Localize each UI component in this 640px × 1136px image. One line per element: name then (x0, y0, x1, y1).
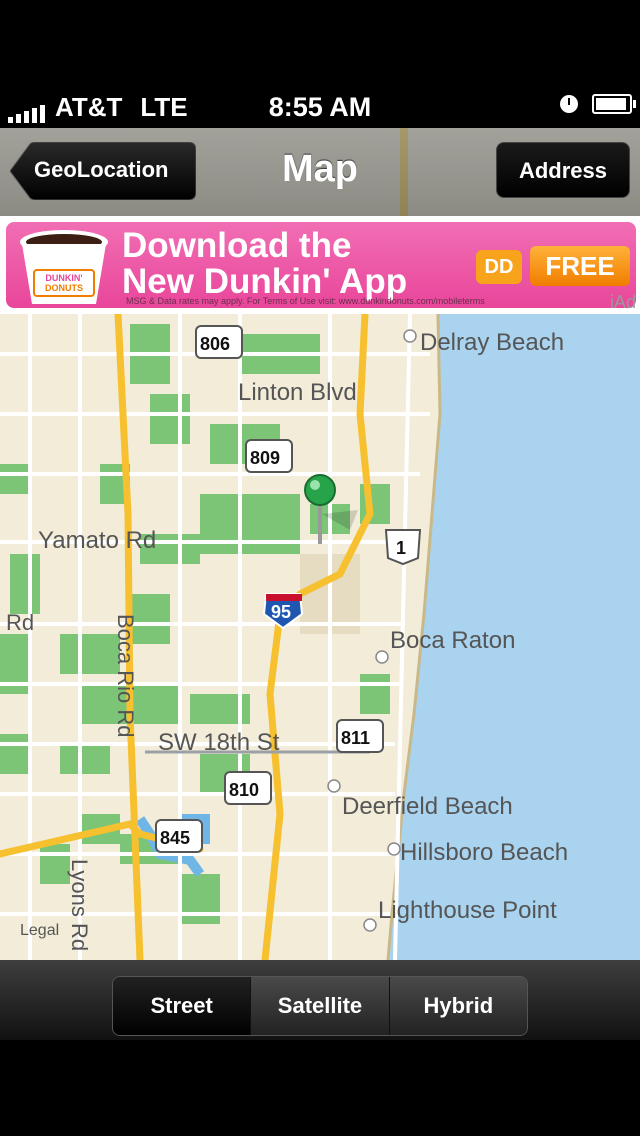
free-button[interactable]: FREE (530, 246, 630, 286)
ad-banner[interactable]: DUNKIN' DONUTS Download the New Dunkin' … (0, 216, 640, 314)
status-time: 8:55 AM (268, 92, 372, 122)
label-yamato-rd: Yamato Rd (38, 527, 156, 554)
map-view[interactable]: Delray Beach Linton Blvd Yamato Rd Boca … (0, 314, 640, 960)
label-lyons-rd: Lyons Rd (67, 859, 92, 951)
svg-text:1: 1 (396, 538, 406, 558)
legal-link[interactable]: Legal (20, 922, 59, 940)
svg-text:95: 95 (271, 602, 291, 622)
ad-headline-2: New Dunkin' App (122, 262, 408, 301)
navigation-bar: GeoLocation Map Address (0, 128, 640, 216)
bottom-toolbar: Street Satellite Hybrid (0, 960, 640, 1040)
dd-logo: DD (476, 250, 522, 284)
label-lighthouse-point: Lighthouse Point (378, 897, 557, 924)
label-boca-rio-rd: Boca Rio Rd (113, 614, 138, 738)
route-shield-809: 809 (245, 439, 293, 473)
svg-text:809: 809 (250, 448, 280, 468)
segment-hybrid[interactable]: Hybrid (389, 977, 527, 1035)
label-sw-18th-st: SW 18th St (158, 729, 280, 756)
alarm-clock-icon (560, 95, 578, 113)
label-hillsboro-beach: Hillsboro Beach (400, 839, 568, 866)
iad-label: iAd (609, 292, 636, 312)
dunkin-ad[interactable]: DUNKIN' DONUTS Download the New Dunkin' … (6, 222, 636, 308)
svg-text:810: 810 (229, 780, 259, 800)
segment-satellite[interactable]: Satellite (251, 977, 390, 1035)
coffee-cup-icon: DUNKIN' DONUTS (20, 230, 108, 304)
label-linton-blvd: Linton Blvd (238, 379, 357, 406)
bottom-blank (0, 1040, 640, 1136)
address-button[interactable]: Address (496, 142, 630, 198)
route-shield-806: 806 (195, 325, 243, 359)
label-delray-beach: Delray Beach (420, 329, 564, 356)
route-shield-1: 1 (384, 529, 422, 566)
cup-brand-line2: DONUTS (45, 283, 83, 293)
cup-brand-line1: DUNKIN' (45, 273, 82, 283)
label-deerfield-beach: Deerfield Beach (342, 793, 513, 820)
svg-text:806: 806 (200, 334, 230, 354)
ad-fine-print: MSG & Data rates may apply. For Terms of… (126, 296, 485, 306)
svg-text:845: 845 (160, 828, 190, 848)
segment-street[interactable]: Street (113, 977, 252, 1035)
label-boca-raton: Boca Raton (390, 627, 515, 654)
label-rd: Rd (6, 610, 34, 635)
svg-text:811: 811 (341, 728, 370, 748)
route-shield-845: 845 (155, 819, 203, 853)
map-type-segmented-control[interactable]: Street Satellite Hybrid (112, 976, 528, 1036)
status-bar: AT&T LTE 8:55 AM (0, 0, 640, 128)
battery-icon (592, 94, 636, 114)
ad-headline-1: Download the (122, 226, 352, 265)
status-icons (560, 94, 636, 114)
route-shield-811: 811 (336, 719, 384, 753)
route-shield-810: 810 (224, 771, 272, 805)
